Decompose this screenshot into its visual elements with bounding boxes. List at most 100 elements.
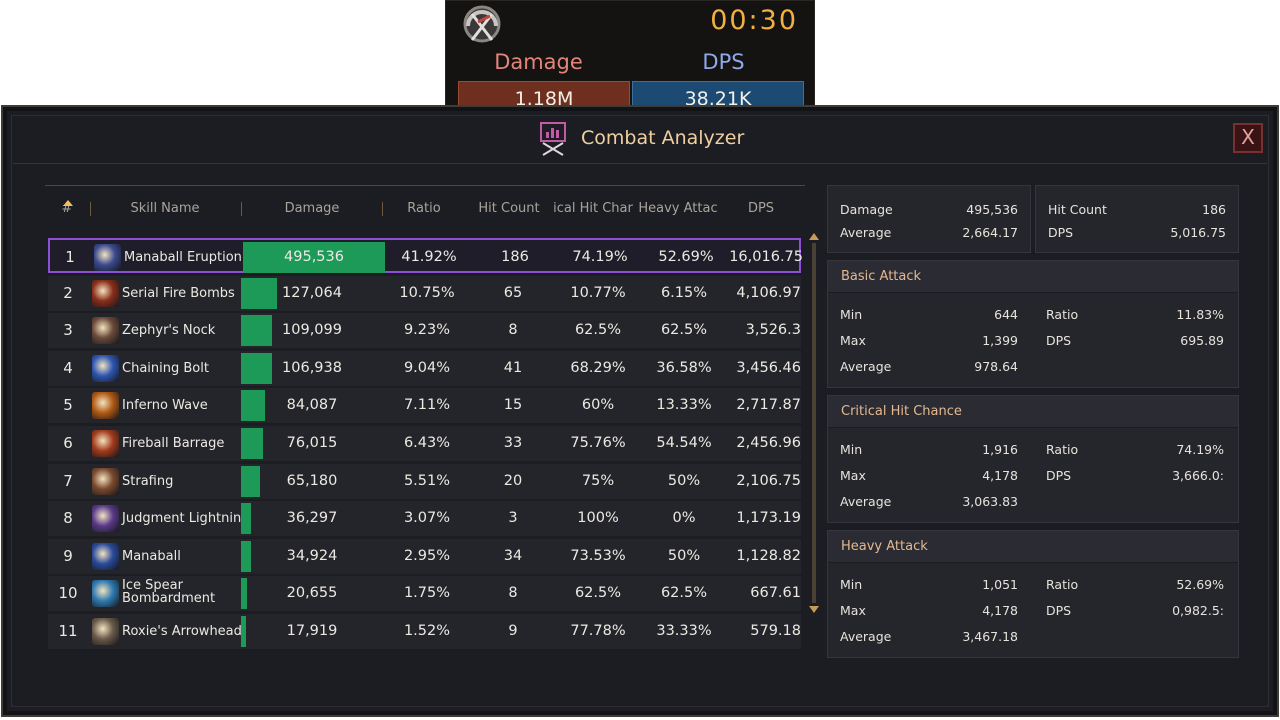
row-damage: 36,297 (286, 510, 338, 527)
basic-average-value: 978.64 (974, 359, 1018, 374)
row-skill-name: Manaball (122, 548, 181, 564)
table-row[interactable]: 11 Roxie's Arrowhead 17,919 1.52% 9 77.78% 33.… (48, 614, 801, 649)
critical-hit-title: Critical Hit Chance (841, 404, 962, 419)
crit-min-label: Min (840, 442, 863, 457)
row-rank: 8 (63, 509, 73, 528)
basic-average-label: Average (840, 359, 892, 374)
header-rank[interactable]: # (45, 198, 89, 220)
crossed-swords-gauge-icon[interactable] (458, 4, 506, 46)
crit-dps-value: 3,666.0: (1172, 468, 1224, 483)
summary-damage-panel: Damage 495,536 Average 2,664.17 (827, 185, 1031, 253)
table-row[interactable]: 7 Strafing 65,180 5.51% 20 75% 50% 2,106.75 (48, 463, 801, 499)
heavy-dps-label: DPS (1046, 603, 1072, 618)
strafing-icon (92, 467, 119, 495)
scroll-up-arrow-icon[interactable] (809, 233, 819, 240)
row-heavy-attack: 0% (672, 510, 696, 527)
crit-ratio-label: Ratio (1046, 442, 1079, 457)
basic-max-label: Max (840, 333, 866, 348)
row-skill-name: Roxie's Arrowhead (122, 624, 242, 639)
row-critical-hit-chance: 60% (581, 397, 615, 414)
row-rank: 1 (65, 248, 75, 266)
manaball-icon (92, 542, 119, 570)
summary-average-label: Average (840, 225, 892, 240)
window-title: Combat Analyzer (581, 127, 745, 149)
row-critical-hit-chance: 77.78% (570, 623, 626, 639)
row-rank: 11 (58, 622, 78, 640)
tracker-dps-label: DPS (702, 50, 745, 74)
table-row[interactable]: 3 Zephyr's Nock 109,099 9.23% 8 62.5% 62.5% 3,5… (48, 313, 801, 349)
header-hit-count[interactable]: Hit Count (467, 198, 551, 220)
row-hit-count: 8 (508, 585, 518, 602)
row-skill-name: Judgment Lightning (122, 511, 250, 527)
scroll-track[interactable] (812, 243, 816, 603)
crit-max-value: 4,178 (982, 468, 1018, 483)
table-row[interactable]: 10 Ice Spear Bombardment 20,655 1.75% 8 62.5%… (48, 576, 801, 612)
row-skill-name: Chaining Bolt (122, 360, 209, 376)
row-damage: 109,099 (282, 322, 342, 339)
row-heavy-attack: 36.58% (656, 359, 712, 376)
header-dps[interactable]: DPS (723, 198, 799, 220)
roxies-arrowhead-icon (92, 618, 119, 645)
table-row[interactable]: 4 Chaining Bolt 106,938 9.04% 41 68.29% 36.58%… (48, 350, 801, 386)
heavy-ratio-label: Ratio (1046, 577, 1079, 592)
header-damage[interactable]: Damage (245, 198, 379, 220)
row-damage: 34,924 (286, 547, 338, 564)
row-damage: 65,180 (286, 472, 338, 489)
header-critical-hit-chance[interactable]: ical Hit Char (551, 198, 635, 220)
table-row[interactable]: 5 Inferno Wave 84,087 7.11% 15 60% 13.33% 2,717… (48, 388, 801, 424)
summary-damage-value: 495,536 (966, 202, 1018, 217)
row-heavy-attack: 62.5% (660, 585, 708, 602)
row-damage: 76,015 (286, 435, 338, 451)
header-divider (90, 202, 91, 216)
summary-hit-count-value: 186 (1202, 202, 1226, 217)
manaball-eruption-icon (94, 244, 121, 271)
basic-attack-header: Basic Attack (828, 261, 1238, 293)
crit-dps-label: DPS (1046, 468, 1072, 483)
crit-max-label: Max (840, 468, 866, 483)
row-hit-count: 41 (503, 359, 523, 376)
row-hit-count: 33 (503, 435, 523, 451)
row-ratio: 7.11% (403, 397, 451, 414)
row-critical-hit-chance: 74.19% (572, 249, 628, 265)
close-button[interactable]: X (1233, 123, 1263, 153)
heavy-average-value: 3,467.18 (962, 629, 1018, 644)
row-dps: 3,526.3 (745, 322, 801, 339)
table-row[interactable]: 2 Serial Fire Bombs 127,064 10.75% 65 10.77% 6… (48, 275, 801, 311)
table-row[interactable]: 8 Judgment Lightning 36,297 3.07% 3 100% 0% 1,1… (48, 501, 801, 537)
row-damage: 20,655 (286, 585, 338, 602)
row-dps: 2,456.96 (736, 435, 801, 451)
summary-dps-value: 5,016.75 (1170, 225, 1226, 240)
row-skill-name: Serial Fire Bombs (122, 285, 235, 301)
row-hit-count: 15 (503, 397, 523, 414)
table-row[interactable]: 6 Fireball Barrage 76,015 6.43% 33 75.76% 54.5… (48, 426, 801, 461)
row-damage: 84,087 (286, 397, 338, 414)
row-hit-count: 9 (508, 623, 518, 639)
row-dps: 1,173.19 (736, 510, 801, 527)
summary-hits-panel: Hit Count 186 DPS 5,016.75 (1035, 185, 1239, 253)
heavy-average-label: Average (840, 629, 892, 644)
combat-analyzer-window: Combat Analyzer X # Skill Name Damage Ra… (1, 105, 1279, 717)
row-critical-hit-chance: 100% (577, 510, 619, 527)
table-row[interactable]: 9 Manaball 34,924 2.95% 34 73.53% 50% 1,128.82 (48, 538, 801, 574)
header-skill-name[interactable]: Skill Name (95, 198, 235, 220)
row-ratio: 10.75% (399, 284, 455, 301)
serial-fire-bombs-icon (92, 279, 119, 307)
header-heavy-attack[interactable]: Heavy Attac (635, 198, 721, 220)
basic-dps-label: DPS (1046, 333, 1072, 348)
row-damage: 127,064 (282, 284, 342, 301)
heavy-dps-value: 0,982.5: (1172, 603, 1224, 618)
row-rank: 7 (63, 471, 73, 490)
row-skill-name: Strafing (122, 473, 174, 489)
row-dps: 4,106.97 (736, 284, 801, 301)
row-critical-hit-chance: 73.53% (570, 547, 626, 564)
header-divider (382, 202, 383, 216)
header-ratio[interactable]: Ratio (385, 198, 463, 220)
crit-average-value: 3,063.83 (962, 494, 1018, 509)
table-row[interactable]: 1 Manaball Eruption 495,536 41.92% 186 74.19%… (48, 238, 803, 273)
basic-dps-value: 695.89 (1180, 333, 1224, 348)
row-critical-hit-chance: 10.77% (570, 284, 626, 301)
table-scrollbar[interactable] (809, 233, 819, 613)
ice-spear-bombardment-icon (92, 580, 119, 608)
scroll-down-arrow-icon[interactable] (809, 606, 819, 613)
row-rank: 2 (63, 283, 73, 302)
